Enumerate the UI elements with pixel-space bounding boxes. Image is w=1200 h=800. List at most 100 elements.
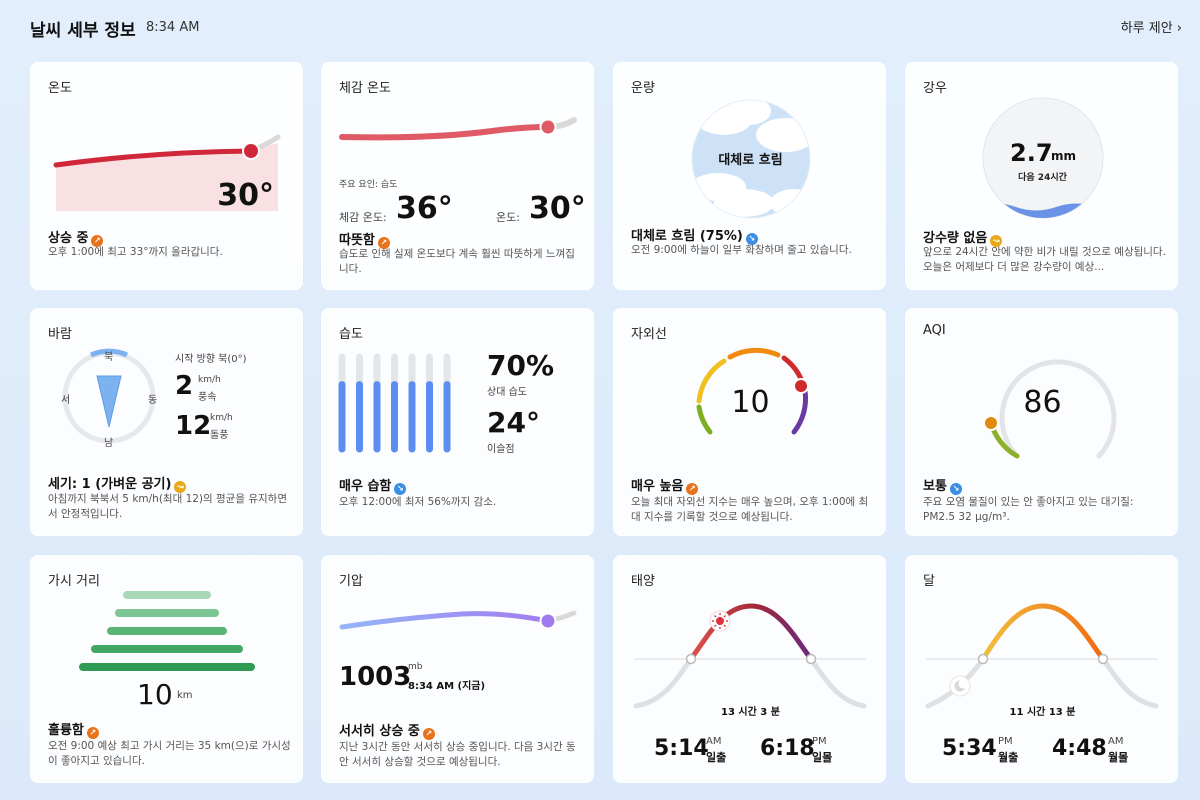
- sunset-label: 일몰: [812, 751, 833, 764]
- rainfall-period: 다음 24시간: [1018, 173, 1067, 183]
- current-pressure-dot: [539, 612, 557, 630]
- humidity-label: 상대 습도: [487, 387, 527, 398]
- main-factor: 주요 요인: 습도: [339, 180, 398, 190]
- wind-status: 세기: 1 (가벼운 공기) ↝: [48, 473, 187, 493]
- moon-duration: 11 시간 13 분: [1009, 707, 1076, 718]
- trend-up-icon: ↗: [86, 727, 99, 739]
- feels-like-value: 36°: [396, 191, 453, 226]
- status-text: 훌륭함: [48, 723, 84, 738]
- wind-speed-label: 풍속: [198, 392, 217, 403]
- status-text: 서서히 상승 중: [339, 724, 420, 739]
- rainfall-status: 강수량 없음 ↝: [923, 227, 1003, 247]
- pressure-graph: [339, 610, 577, 630]
- humidity-card[interactable]: 습도 70% 상대 습도 24° 이슬점 매우 습함 ↘ 오후 12:00에 최저…: [321, 308, 594, 536]
- status-text: 매우 습함: [339, 479, 392, 494]
- cloud-cover-description: 오전 9:00에 하늘이 일부 화창하며 줄고 있습니다.: [631, 244, 852, 256]
- visibility-value: 10: [137, 678, 173, 711]
- moonrise-time: 5:34: [942, 736, 997, 761]
- feels-like-card[interactable]: 체감 온도 주요 요인: 습도 체감 온도: 36° 온도: 30° 따뜻함 ↗ …: [321, 62, 594, 290]
- wind-compass: [62, 348, 156, 444]
- wind-direction-text: 시작 방향 북(0°): [175, 354, 247, 365]
- wind-direction-arrow-icon: [96, 375, 122, 428]
- moon-above-path: [980, 603, 1106, 662]
- page-title: 날씨 세부 정보: [30, 21, 136, 41]
- pressure-card[interactable]: 기압 1003 mb 8:34 AM (지금) 서서히 상승 중 ↗ 지난 3시간…: [321, 555, 594, 783]
- uv-description: 오늘 최대 자외선 지수는 매우 높으며, 오후 1:00에 최대 지수를 기록…: [631, 496, 869, 523]
- moon-path-graph: [925, 603, 1159, 709]
- sunset-ampm: PM: [812, 736, 827, 747]
- status-text: 상승 중: [48, 231, 89, 246]
- trend-down-icon: ↘: [394, 483, 407, 495]
- wind-speed-unit: km/h: [198, 375, 221, 385]
- wind-gust-unit: km/h: [210, 413, 233, 423]
- temperature-card[interactable]: 온도 30° 상승 중 ↗ 오후 1:00에 최고 33°까지 올라갑니다.: [30, 62, 303, 290]
- sunset-time: 6:18: [760, 736, 815, 761]
- trend-down-icon: ↘: [949, 483, 962, 495]
- actual-temperature-value: 30°: [529, 191, 586, 226]
- daylight-duration: 13 시간 3 분: [721, 707, 780, 718]
- update-time: 8:34 AM: [146, 20, 200, 35]
- sunrise-label: 일출: [706, 751, 727, 764]
- status-text: 따뜻함: [339, 233, 375, 248]
- moon-card[interactable]: 달 11 시간 13 분 5:34 PM 월출 4:48 AM 월몰: [905, 555, 1178, 783]
- moonrise-ampm: PM: [998, 736, 1013, 747]
- moonrise-label: 월출: [998, 751, 1019, 764]
- cloud-cover-graphic: [691, 99, 811, 219]
- sunrise-time: 5:14: [654, 736, 709, 761]
- actual-temperature-label: 온도:: [496, 211, 520, 224]
- status-text: 세기: 1 (가벼운 공기): [48, 477, 172, 492]
- feels-like-label: 체감 온도:: [339, 211, 387, 224]
- uv-index-value: 10: [731, 385, 770, 420]
- status-text: 보통: [923, 479, 947, 494]
- temperature-status: 상승 중 ↗: [48, 227, 104, 247]
- wind-description: 아침까지 북북서 5 km/h(최대 12)의 평균을 유지하면서 안정적입니다…: [48, 493, 287, 520]
- trend-up-icon: ↗: [422, 728, 435, 740]
- humidity-value: 70%: [487, 349, 555, 382]
- pressure-line: [339, 611, 551, 630]
- humidity-bars: [338, 353, 451, 453]
- moonrise-marker: [977, 653, 989, 665]
- feels-like-line: [339, 124, 551, 141]
- uv-segment-high: [727, 347, 781, 360]
- uv-status: 매우 높음 ↗: [631, 475, 699, 495]
- moon-below-path-right: [1100, 656, 1159, 709]
- moonset-ampm: AM: [1108, 736, 1124, 747]
- visibility-unit: km: [177, 690, 193, 701]
- wind-speed-value: 2: [175, 371, 194, 401]
- pressure-description: 지난 3시간 동안 서서히 상승 중입니다. 다음 3시간 동안 서서히 상승할…: [339, 741, 576, 768]
- aqi-description: 주요 오염 물질이 있는 안 좋아지고 있는 대기질: PM2.5 32 µg/…: [923, 496, 1134, 523]
- status-text: 강수량 없음: [923, 231, 988, 246]
- visibility-status: 훌륭함 ↗: [48, 719, 99, 739]
- cloud-cover-status: 대체로 흐림 (75%) ↘: [631, 225, 758, 245]
- visibility-bars: [79, 591, 255, 671]
- compass-west: 서: [61, 395, 71, 406]
- feels-like-description: 습도로 인해 실제 온도보다 계속 훨씬 따뜻하게 느껴집니다.: [339, 248, 575, 275]
- dew-point-label: 이슬점: [487, 444, 515, 455]
- moonset-time: 4:48: [1052, 736, 1107, 761]
- uv-index-card[interactable]: 자외선 10 매우 높음 ↗ 오늘 최대 자외선 지수는 매우 높으며, 오후 1…: [613, 308, 886, 536]
- air-quality-card[interactable]: AQI 86 보통 ↘ 주요 오염 물질이 있는 안 좋아지고 있는 대기질: P…: [905, 308, 1178, 536]
- cloud-cover-card[interactable]: 운량 대체로 흐림 대체로 흐림 (75%) ↘ 오전 9:00에 하늘이 일부 …: [613, 62, 886, 290]
- temperature-description: 오후 1:00에 최고 33°까지 올라갑니다.: [48, 246, 223, 258]
- pressure-status: 서서히 상승 중 ↗: [339, 720, 435, 740]
- moonset-marker: [1097, 653, 1109, 665]
- rainfall-unit: mm: [1051, 149, 1077, 163]
- daily-suggestion-link[interactable]: 하루 제안 ›: [1121, 17, 1182, 36]
- humidity-description: 오후 12:00에 최저 56%까지 감소.: [339, 496, 497, 508]
- sun-night-path-right: [808, 656, 867, 709]
- rainfall-card[interactable]: 강우 2.7 mm 다음 24시간 강수량 없음 ↝ 앞으로 24시간 안에 약한…: [905, 62, 1178, 290]
- status-text: 대체로 흐림 (75%): [631, 229, 743, 244]
- current-temperature-dot: [242, 142, 260, 160]
- wind-gust-label: 돌풍: [210, 430, 229, 441]
- aqi-status: 보통 ↘: [923, 475, 962, 495]
- wind-card[interactable]: 바람 북 남 서 동 시작 방향 북(0°) 2 km/h 풍속 12 km/h…: [30, 308, 303, 536]
- sunrise-ampm: AM: [706, 736, 722, 747]
- current-feels-dot: [539, 118, 557, 136]
- feels-like-graph: [339, 117, 577, 141]
- trend-up-icon: ↗: [686, 483, 699, 495]
- rainfall-amount: 2.7: [1010, 139, 1053, 167]
- sun-card[interactable]: 태양 13 시간 3 분 5:14 AM 일출 6:18 PM 일몰: [613, 555, 886, 783]
- visibility-card[interactable]: 가시 거리 10 km 훌륭함 ↗ 오전 9:00 예상 최고 가시 거리는 35…: [30, 555, 303, 783]
- dew-point-value: 24°: [487, 406, 540, 439]
- compass-east: 동: [148, 395, 158, 406]
